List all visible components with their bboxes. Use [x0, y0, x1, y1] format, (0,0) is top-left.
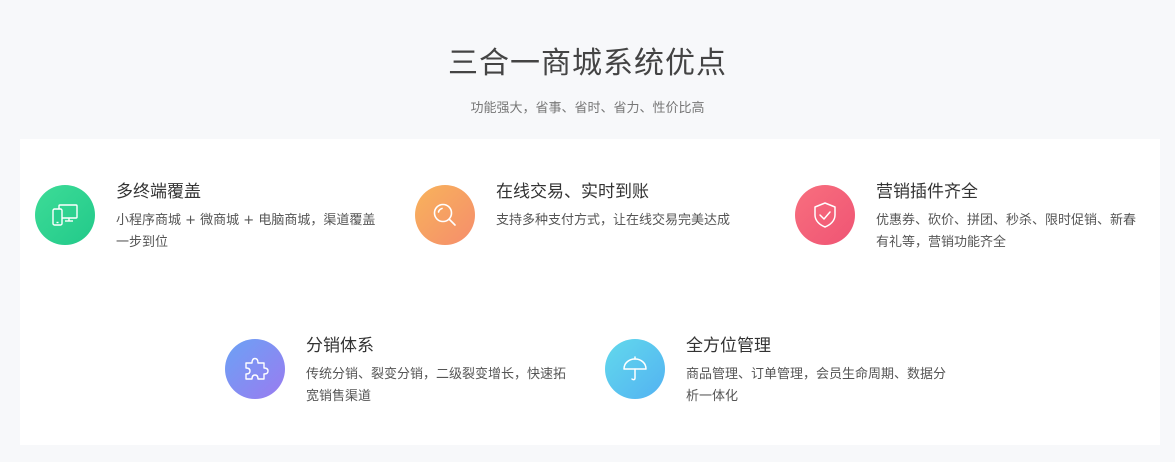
devices-icon [35, 185, 95, 245]
shield-check-icon [795, 185, 855, 245]
feature-description: 传统分销、裂变分销，二级裂变增长，快速拓宽销售渠道 [306, 367, 567, 404]
feature-description: 优惠券、砍价、拼团、秒杀、限时促销、新春有礼等，营销功能齐全 [876, 213, 1137, 250]
feature-title: 多终端覆盖 [116, 182, 201, 202]
feature-title: 在线交易、实时到账 [496, 182, 649, 202]
feature-title: 全方位管理 [686, 336, 771, 356]
page-title: 三合一商城系统优点 [448, 46, 727, 81]
umbrella-icon [605, 339, 665, 399]
page-subtitle: 功能强大，省事、省时、省力、性价比高 [470, 101, 705, 116]
feature-title: 分销体系 [306, 336, 374, 356]
feature-description: 商品管理、订单管理，会员生命周期、数据分析一体化 [686, 367, 947, 404]
puzzle-icon [225, 339, 285, 399]
search-icon [415, 185, 475, 245]
feature-description: 支持多种支付方式，让在线交易完美达成 [496, 213, 731, 228]
feature-description: 小程序商城 + 微商城 + 电脑商城，渠道覆盖一步到位 [116, 213, 376, 250]
feature-title: 营销插件齐全 [876, 182, 978, 202]
